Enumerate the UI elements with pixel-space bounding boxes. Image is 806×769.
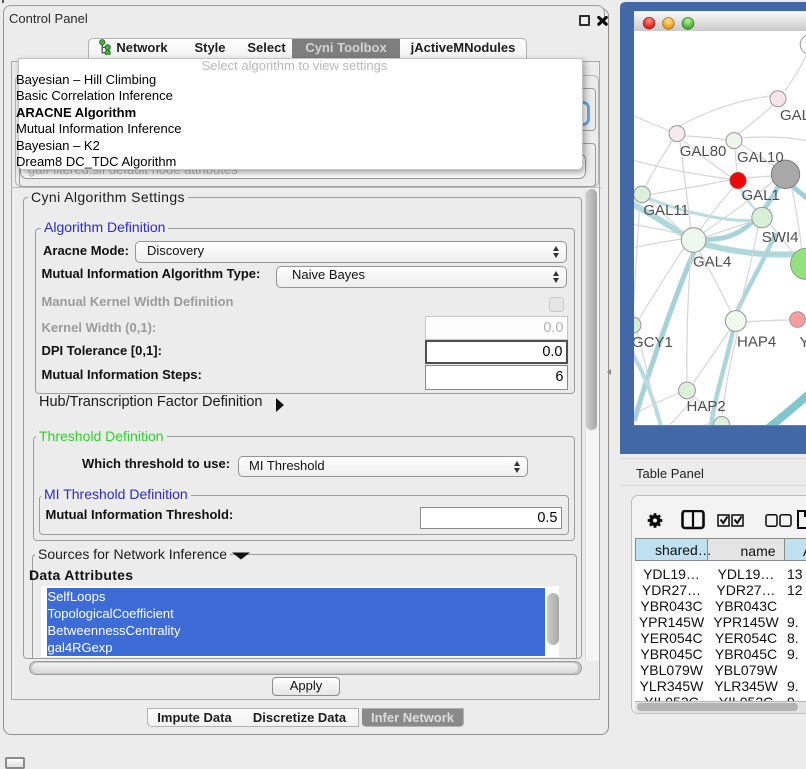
svg-text:GCY1: GCY1 bbox=[634, 334, 673, 351]
svg-text:GAL80: GAL80 bbox=[680, 143, 727, 160]
svg-text:HAP2: HAP2 bbox=[687, 398, 726, 415]
svg-text:GAL4: GAL4 bbox=[693, 254, 731, 271]
svg-text:GAL7: GAL7 bbox=[780, 107, 806, 124]
svg-text:SWI4: SWI4 bbox=[762, 229, 799, 246]
svg-text:Y: Y bbox=[800, 334, 806, 351]
svg-text:GAL10: GAL10 bbox=[737, 149, 784, 166]
svg-text:GAL11: GAL11 bbox=[643, 202, 689, 219]
svg-text:HAP4: HAP4 bbox=[737, 334, 776, 351]
svg-text:GAL1: GAL1 bbox=[742, 187, 780, 204]
